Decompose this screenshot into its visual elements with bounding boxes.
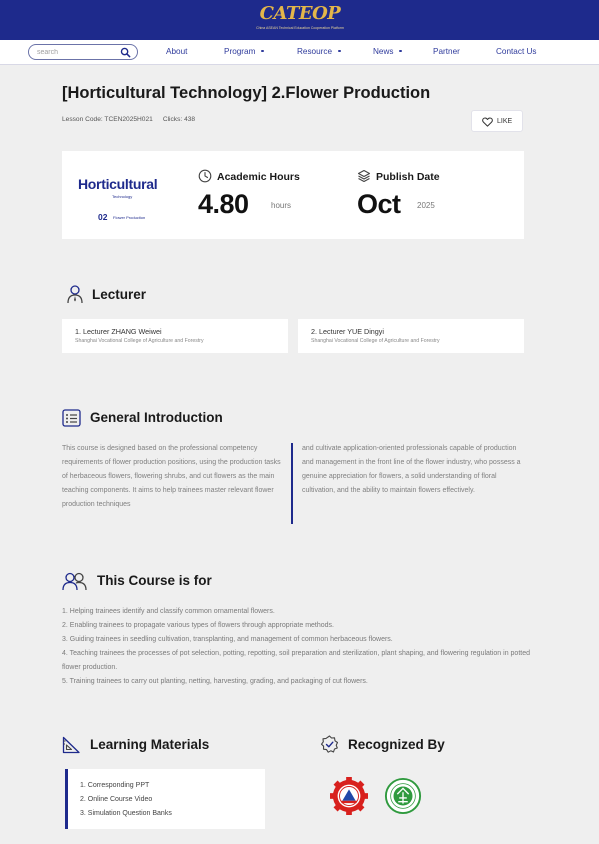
search-icon[interactable] — [120, 47, 131, 58]
course-info-card: Horticultural Technology 02 Flower Produ… — [62, 151, 524, 239]
nav-news[interactable]: News — [373, 47, 402, 56]
list-item: 5. Training trainees to carry out planti… — [62, 678, 368, 685]
lecturer-name: 2. Lecturer YUE Dingyi — [311, 327, 384, 336]
lecturer-organization: Shanghai Vocational College of Agricultu… — [311, 338, 440, 344]
materials-heading: Learning Materials — [90, 737, 210, 752]
like-button[interactable]: LIKE — [471, 110, 523, 132]
lesson-code-label: Lesson Code: — [62, 116, 103, 123]
logo-text: CATEOP — [259, 3, 341, 24]
publish-year: 2025 — [417, 201, 435, 210]
cover-number-label: Flower Production — [113, 215, 146, 220]
materials-accent-bar — [65, 769, 68, 829]
nav-label: News — [373, 47, 394, 56]
audience-heading: This Course is for — [97, 573, 212, 588]
nav-label: About — [166, 47, 188, 56]
nav-program[interactable]: Program — [224, 47, 264, 56]
list-item: 4. Teaching trainees the processes of po… — [62, 650, 531, 671]
green-circle-seal-badge — [384, 777, 422, 815]
page-title: [Horticultural Technology] 2.Flower Prod… — [62, 84, 431, 102]
lesson-code: TCEN2025H021 — [104, 116, 153, 123]
list-item: 2. Enabling trainees to propagate variou… — [62, 622, 334, 629]
nav-label: Partner — [433, 47, 460, 56]
lecturer-card[interactable]: 2. Lecturer YUE Dingyi Shanghai Vocation… — [298, 319, 524, 353]
main-navbar: About Program Resource News Partner Cont… — [0, 40, 599, 65]
search-input[interactable] — [37, 46, 117, 58]
cover-number: 02 — [98, 212, 108, 222]
cover-subtitle: Technology — [112, 194, 133, 199]
nav-contact-us[interactable]: Contact Us — [496, 47, 537, 56]
hours-value: 4.80 — [198, 189, 249, 219]
lesson-meta: Lesson Code: TCEN2025H021 Clicks: 438 — [62, 116, 195, 123]
list-item: 3. Simulation Question Banks — [80, 810, 172, 817]
hours-label: Academic Hours — [217, 171, 300, 183]
intro-divider — [291, 443, 293, 524]
list-item: 1. Corresponding PPT — [80, 782, 150, 789]
hours-unit: hours — [271, 201, 292, 210]
list-item: 3. Guiding trainees in seedling cultivat… — [62, 636, 393, 643]
nav-label: Program — [224, 47, 256, 56]
lecturer-icon — [67, 285, 83, 304]
dropdown-dot-icon — [261, 49, 264, 53]
nav-resource[interactable]: Resource — [297, 47, 341, 56]
heart-icon — [482, 117, 493, 127]
like-label: LIKE — [497, 118, 513, 125]
document-list-icon — [62, 409, 81, 427]
materials-list: 1. Corresponding PPT 2. Online Course Vi… — [80, 779, 172, 821]
intro-text-left: This course is designed based on the pro… — [62, 445, 281, 508]
nav-about[interactable]: About — [166, 47, 187, 56]
clock-icon — [198, 169, 212, 183]
publish-date-label: Publish Date — [376, 171, 440, 183]
audience-list: 1. Helping trainees identify and classif… — [62, 605, 532, 689]
lecturer-organization: Shanghai Vocational College of Agricultu… — [75, 338, 204, 344]
materials-card: 1. Corresponding PPT 2. Online Course Vi… — [65, 769, 265, 829]
publish-month: Oct — [357, 189, 401, 219]
lecturer-card[interactable]: 1. Lecturer ZHANG Weiwei Shanghai Vocati… — [62, 319, 288, 353]
intro-heading: General Introduction — [90, 410, 223, 425]
nav-partner[interactable]: Partner — [433, 47, 460, 56]
clicks-count: 438 — [184, 116, 196, 123]
lecturer-name: 1. Lecturer ZHANG Weiwei — [75, 327, 162, 336]
top-header-bar: CATEOP China ASEAN Technical Education C… — [0, 0, 599, 40]
gear-seal-badge — [330, 777, 368, 815]
logo-subtitle: China ASEAN Technical Education Cooperat… — [256, 26, 344, 30]
intro-text-right: and cultivate application-oriented profe… — [302, 445, 521, 494]
dropdown-dot-icon — [338, 49, 341, 53]
nav-label: Resource — [297, 47, 333, 56]
site-logo[interactable]: CATEOP China ASEAN Technical Education C… — [232, 3, 368, 37]
cover-title: Horticultural — [78, 176, 158, 192]
set-square-ruler-icon — [62, 736, 80, 754]
dropdown-dot-icon — [399, 49, 402, 53]
list-item: 2. Online Course Video — [80, 796, 153, 803]
lecturer-heading: Lecturer — [92, 287, 147, 302]
search-box — [28, 44, 138, 60]
nav-label: Contact Us — [496, 47, 537, 56]
group-users-icon — [62, 572, 87, 591]
clicks-label: Clicks: — [162, 116, 183, 123]
award-badge-icon — [320, 735, 339, 753]
recognized-heading: Recognized By — [348, 737, 445, 752]
list-item: 1. Helping trainees identify and classif… — [62, 608, 275, 615]
layers-icon — [357, 169, 371, 183]
